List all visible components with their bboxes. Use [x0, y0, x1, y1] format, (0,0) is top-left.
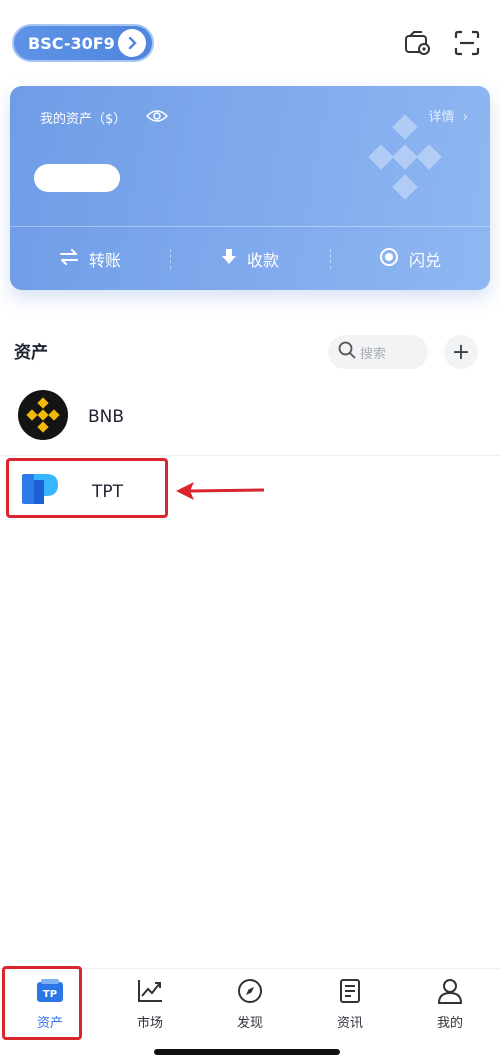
- chevron-right-icon: [118, 29, 146, 57]
- add-token-button[interactable]: +: [444, 335, 478, 369]
- assets-section-title: 资产: [14, 343, 48, 363]
- chart-icon: [136, 978, 164, 1008]
- red-arrow-icon: [176, 480, 266, 506]
- bnb-logo-icon: [18, 390, 68, 444]
- wallet-name: BSC-30F9: [28, 33, 115, 53]
- receive-label: 收款: [246, 251, 279, 270]
- nav-item-news[interactable]: 资讯: [300, 969, 400, 1039]
- nav-label: 发现: [236, 1015, 263, 1031]
- asset-card: 我的资产（$） 详情 › 转账 收款 闪兑: [10, 86, 490, 290]
- home-indicator: [154, 1049, 340, 1055]
- transfer-icon: [59, 249, 79, 269]
- swap-button[interactable]: 闪兑: [330, 227, 490, 290]
- chevron-right-icon: ›: [462, 110, 468, 125]
- news-icon: [338, 978, 362, 1008]
- search-placeholder: 搜索: [360, 346, 387, 362]
- nav-label: 我的: [436, 1015, 463, 1031]
- highlight-assets-tab-box: [2, 966, 82, 1040]
- hidden-balance: [34, 164, 120, 192]
- user-icon: [437, 978, 463, 1008]
- wallet-camera-icon[interactable]: [402, 28, 432, 58]
- highlight-tpt-box: [6, 458, 168, 518]
- swap-label: 闪兑: [408, 251, 441, 270]
- wallet-switcher[interactable]: BSC-30F9: [12, 24, 154, 62]
- search-input[interactable]: 搜索: [328, 335, 428, 369]
- transfer-button[interactable]: 转账: [10, 227, 170, 290]
- card-actions: 转账 收款 闪兑: [10, 226, 490, 290]
- receive-button[interactable]: 收款: [170, 227, 330, 290]
- scan-icon[interactable]: [452, 28, 482, 58]
- nav-item-market[interactable]: 市场: [100, 969, 200, 1039]
- token-name: BNB: [88, 407, 125, 427]
- total-assets-title: 我的资产（$）: [40, 112, 127, 127]
- nav-label: 资讯: [336, 1015, 363, 1031]
- bnb-watermark-icon: [360, 112, 450, 206]
- search-icon: [338, 341, 356, 363]
- divider: [0, 455, 500, 456]
- swap-icon: [379, 247, 399, 271]
- eye-icon[interactable]: [145, 108, 169, 128]
- compass-icon: [237, 978, 263, 1008]
- receive-icon: [221, 248, 237, 270]
- transfer-label: 转账: [88, 251, 121, 270]
- token-row-bnb[interactable]: BNB: [0, 382, 500, 452]
- nav-item-discover[interactable]: 发现: [200, 969, 300, 1039]
- nav-label: 市场: [136, 1015, 163, 1031]
- nav-item-profile[interactable]: 我的: [400, 969, 500, 1039]
